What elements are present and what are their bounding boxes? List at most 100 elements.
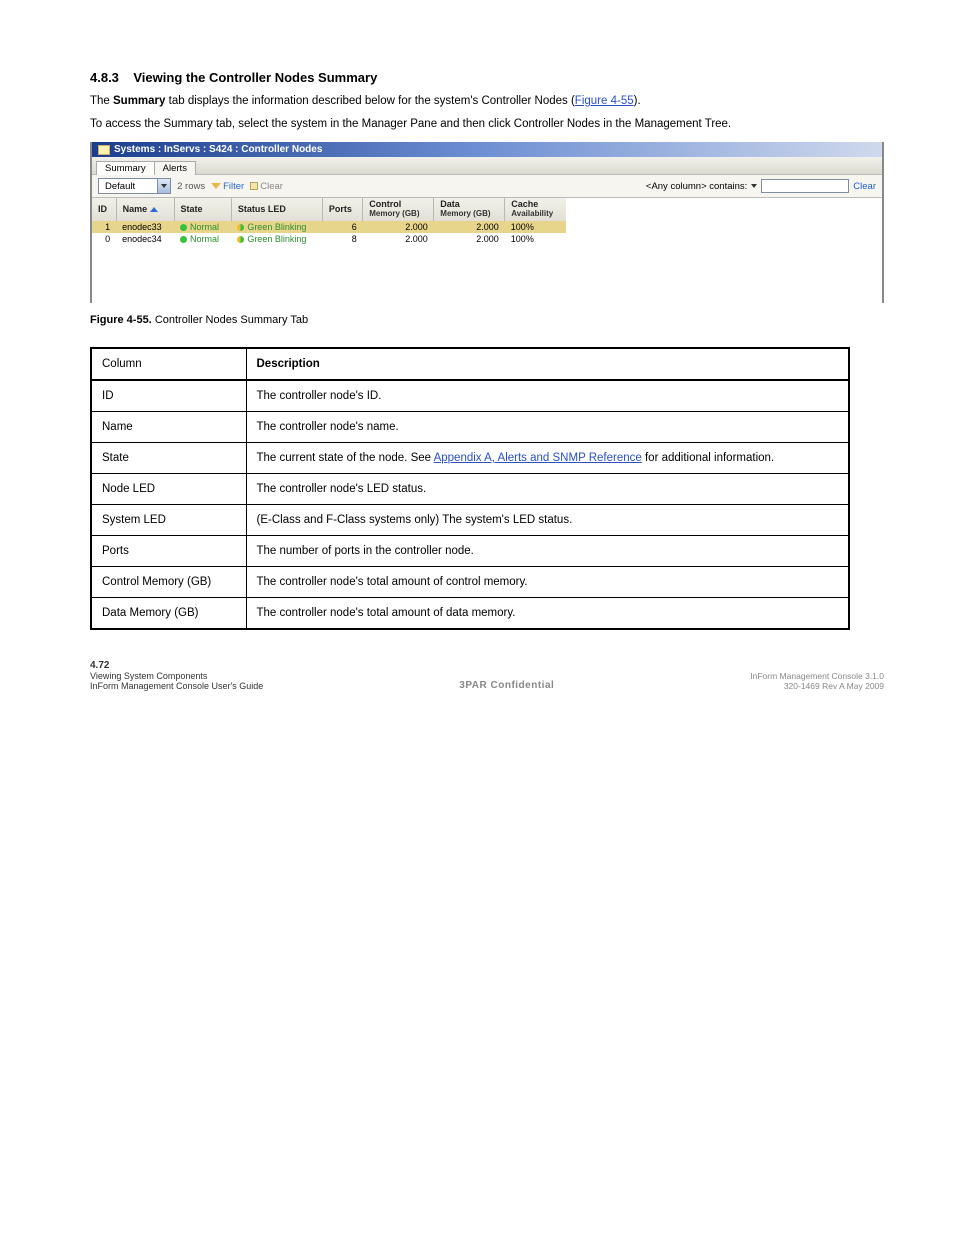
cell-data: 2.000 (434, 221, 505, 233)
view-combo-value: Default (99, 180, 157, 193)
cell-control: 2.000 (363, 233, 434, 245)
cell-state: Normal (174, 233, 231, 245)
cell-id: 1 (92, 221, 116, 233)
table-row: State The current state of the node. See… (91, 442, 849, 473)
def-col-desc: The controller node's total amount of da… (246, 597, 849, 629)
contains-input[interactable] (761, 179, 849, 193)
figure-number: Figure 4-55. (90, 314, 152, 326)
def-col-name: Data Memory (GB) (91, 597, 246, 629)
footer-left-b: InForm Management Console User's Guide (90, 681, 263, 691)
def-head-description: Description (246, 348, 849, 380)
figure-title: Controller Nodes Summary Tab (155, 314, 308, 326)
col-name-label: Name (123, 204, 148, 214)
figure-ref-link[interactable]: Figure 4-55 (575, 95, 634, 107)
intro-paragraph-1: The Summary tab displays the information… (90, 93, 884, 110)
cell-state: Normal (174, 221, 231, 233)
col-control[interactable]: ControlMemory (GB) (363, 198, 434, 221)
intro-paragraph-2: To access the Summary tab, select the sy… (90, 116, 884, 133)
table-row: Data Memory (GB) The controller node's t… (91, 597, 849, 629)
text: ). (634, 95, 641, 107)
cell-ports: 8 (322, 233, 362, 245)
def-col-name: ID (91, 380, 246, 412)
def-col-desc: (E-Class and F-Class systems only) The s… (246, 504, 849, 535)
window-titlebar: Systems : InServs : S424 : Controller No… (92, 142, 882, 157)
led-text: Green Blinking (247, 222, 306, 232)
row-count-label: 2 rows (177, 181, 205, 192)
state-text: Normal (190, 222, 219, 232)
cell-cache: 100% (505, 221, 566, 233)
figure-screenshot: Systems : InServs : S424 : Controller No… (90, 142, 884, 303)
cell-led: Green Blinking (231, 221, 322, 233)
text: The (90, 95, 113, 107)
appendix-link[interactable]: Appendix A, Alerts and SNMP Reference (434, 452, 642, 464)
col-cache[interactable]: CacheAvailability (505, 198, 566, 221)
nodes-table: ID Name State Status LED Ports ControlMe… (92, 198, 566, 245)
col-led[interactable]: Status LED (231, 198, 322, 221)
column-definitions-table: Column Description ID The controller nod… (90, 347, 850, 630)
filter-label: Filter (223, 181, 244, 192)
footer-left-a: Viewing System Components (90, 671, 263, 681)
grid-whitespace (92, 245, 882, 303)
def-col-desc: The current state of the node. See Appen… (246, 442, 849, 473)
col-data[interactable]: DataMemory (GB) (434, 198, 505, 221)
def-col-desc: The number of ports in the controller no… (246, 535, 849, 566)
col-id[interactable]: ID (92, 198, 116, 221)
clear-filter-button[interactable]: Clear (250, 181, 283, 192)
filter-button[interactable]: Filter (211, 181, 244, 192)
grid-area: ID Name State Status LED Ports ControlMe… (92, 198, 882, 245)
cell-data: 2.000 (434, 233, 505, 245)
cell-id: 0 (92, 233, 116, 245)
th-text: Cache (511, 199, 538, 209)
cell-name: enodec34 (116, 233, 174, 245)
def-col-name: Node LED (91, 473, 246, 504)
text: The current state of the node. See (257, 452, 434, 464)
view-combo[interactable]: Default (98, 178, 171, 194)
led-text: Green Blinking (247, 234, 306, 244)
table-row: Control Memory (GB) The controller node'… (91, 566, 849, 597)
state-text: Normal (190, 234, 219, 244)
col-name[interactable]: Name (116, 198, 174, 221)
def-col-name: Name (91, 411, 246, 442)
brush-icon (250, 182, 258, 190)
sort-asc-icon (150, 207, 158, 212)
def-col-name: Ports (91, 535, 246, 566)
table-row: Name The controller node's name. (91, 411, 849, 442)
col-state[interactable]: State (174, 198, 231, 221)
table-row: System LED (E-Class and F-Class systems … (91, 504, 849, 535)
cell-cache: 100% (505, 233, 566, 245)
summary-bold: Summary (113, 95, 165, 107)
col-ports[interactable]: Ports (322, 198, 362, 221)
cell-control: 2.000 (363, 221, 434, 233)
footer-right-a: InForm Management Console 3.1.0 (750, 671, 884, 681)
section-number: 4.8.3 (90, 70, 119, 85)
grid-empty-area (566, 198, 882, 245)
tabstrip: SummaryAlerts (92, 157, 882, 175)
window-icon (98, 145, 110, 155)
tab-alerts[interactable]: Alerts (154, 161, 196, 175)
tab-summary[interactable]: Summary (96, 161, 155, 175)
def-col-desc: The controller node's total amount of co… (246, 566, 849, 597)
status-dot-icon (180, 224, 187, 231)
section-title: Viewing the Controller Nodes Summary (133, 70, 377, 85)
def-col-name: System LED (91, 504, 246, 535)
clear-search-link[interactable]: Clear (853, 181, 876, 192)
chevron-down-icon[interactable] (157, 179, 170, 193)
toolbar: Default 2 rows Filter Clear <Any column>… (92, 175, 882, 198)
table-row[interactable]: 0 enodec34 Normal Green Blinking 8 2.000… (92, 233, 566, 245)
def-col-desc: The controller node's name. (246, 411, 849, 442)
clear-label: Clear (260, 181, 283, 192)
table-row: ID The controller node's ID. (91, 380, 849, 412)
table-row: Ports The number of ports in the control… (91, 535, 849, 566)
table-row: Node LED The controller node's LED statu… (91, 473, 849, 504)
contains-label: <Any column> contains: (646, 181, 747, 192)
th-text: Data (440, 199, 460, 209)
window-title: Systems : InServs : S424 : Controller No… (114, 144, 322, 155)
contains-dropdown-icon[interactable] (751, 184, 757, 188)
page-number: 4.72 (90, 660, 109, 671)
def-head-column: Column (91, 348, 246, 380)
status-dot-icon (180, 236, 187, 243)
th-sub: Availability (511, 210, 560, 219)
led-dot-icon (237, 236, 244, 243)
table-row[interactable]: 1 enodec33 Normal Green Blinking 6 2.000… (92, 221, 566, 233)
section-heading: 4.8.3 Viewing the Controller Nodes Summa… (90, 70, 884, 85)
